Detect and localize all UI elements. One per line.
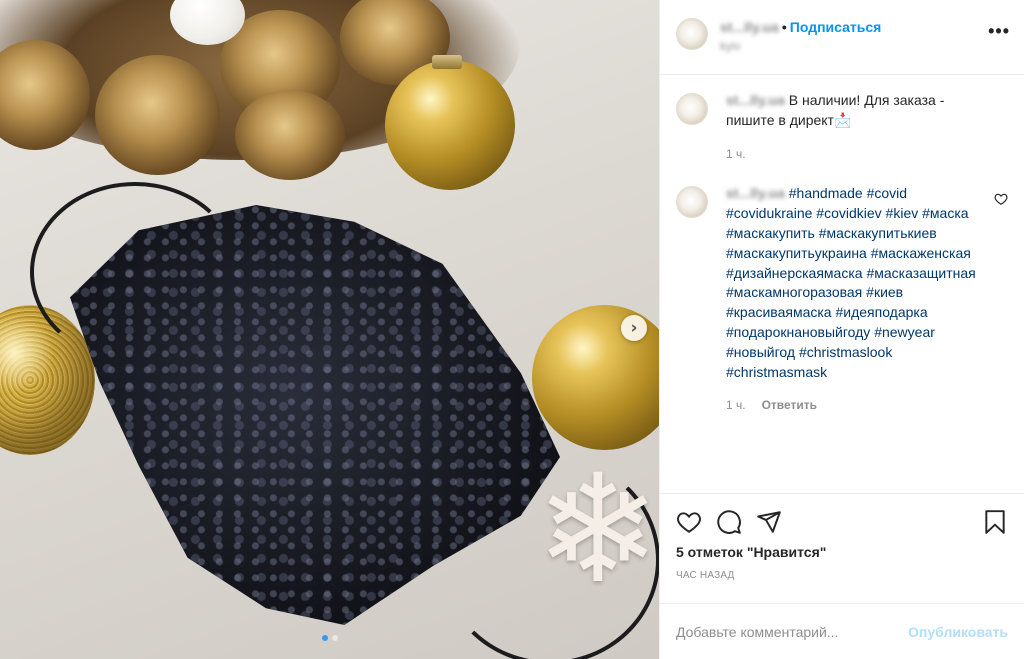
ornament-cap (432, 55, 462, 69)
envelope-icon: 📩 (833, 111, 852, 128)
carousel-dot-active (321, 635, 328, 641)
more-options-icon[interactable]: ••• (988, 22, 1010, 40)
hashtag-link[interactable]: #christmaslook (799, 344, 892, 360)
hashtag-link[interactable]: #covid (867, 185, 907, 201)
header-text: st...lly.ua • Подписаться kyiv (720, 18, 881, 55)
post-photo[interactable]: ❄ › (0, 0, 659, 659)
hashtag-comment: st...lly.ua #handmade #covid #covidukrai… (676, 184, 1008, 416)
comment-meta: 1 ч. Ответить (726, 396, 996, 416)
caption-username[interactable]: st...lly.ua (726, 92, 785, 108)
share-icon[interactable] (756, 509, 782, 535)
location[interactable]: kyiv (720, 37, 881, 55)
publish-button[interactable]: Опубликовать (908, 624, 1008, 640)
hashtag-link[interactable]: #маскакупитьукраина (726, 245, 867, 261)
hashtag-link[interactable]: #новыйгод (726, 344, 795, 360)
comment-username[interactable]: st...lly.ua (726, 185, 785, 201)
hashtag-link[interactable]: #covidukraine (726, 205, 812, 221)
avatar[interactable] (676, 186, 708, 219)
hashtag-link[interactable]: #идеяподарка (835, 304, 927, 320)
avatar[interactable] (676, 93, 708, 125)
hashtag-link[interactable]: #маска (922, 205, 968, 221)
caption: st...lly.ua В наличии! Для заказа - пиши… (676, 91, 1008, 164)
follow-button[interactable]: Подписаться (790, 19, 882, 35)
caption-meta: 1 ч. (726, 145, 996, 165)
hashtag-link[interactable]: #масказащитная (866, 265, 975, 281)
carousel-dot (331, 635, 338, 641)
comment-body: st...lly.ua #handmade #covid #covidukrai… (726, 184, 996, 416)
comments-section[interactable]: st...lly.ua В наличии! Для заказа - пиши… (660, 75, 1024, 493)
username[interactable]: st...lly.ua (720, 19, 779, 35)
heart-icon[interactable] (994, 192, 1008, 206)
hashtag-link[interactable]: #christmasmask (726, 364, 827, 380)
hashtag-list: #handmade #covid #covidukraine #covidkie… (726, 185, 976, 379)
action-bar: 5 отметок "Нравится" час назад (660, 493, 1024, 603)
hashtag-link[interactable]: #newyear (874, 324, 935, 340)
hashtag-link[interactable]: #маскаженская (871, 245, 971, 261)
heart-icon[interactable] (676, 509, 702, 535)
hashtag-link[interactable]: #маскакупитькиев (819, 225, 937, 241)
hashtag-link[interactable]: #kiev (886, 205, 919, 221)
like-count[interactable]: 5 отметок "Нравится" (676, 544, 1008, 560)
hashtag-link[interactable]: #handmade (789, 185, 863, 201)
carousel-next-button[interactable]: › (621, 315, 647, 341)
action-icons (676, 502, 1008, 542)
gold-ornament-top (385, 60, 515, 190)
comment-icon[interactable] (716, 509, 742, 535)
caption-body: st...lly.ua В наличии! Для заказа - пиши… (726, 91, 996, 164)
pinecone (95, 55, 220, 175)
comment-time[interactable]: 1 ч. (726, 396, 746, 416)
hashtag-link[interactable]: #covidkiev (816, 205, 881, 221)
snowflake-decoration: ❄ (535, 443, 659, 617)
hashtag-link[interactable]: #дизайнерскаямаска (726, 265, 863, 281)
hashtag-link[interactable]: #киев (866, 284, 903, 300)
hashtag-link[interactable]: #подарокнановыйгоду (726, 324, 870, 340)
bookmark-icon[interactable] (982, 509, 1008, 535)
hashtag-link[interactable]: #красиваямаска (726, 304, 832, 320)
add-comment-bar: Опубликовать (660, 603, 1024, 659)
avatar[interactable] (676, 18, 708, 50)
pinecone (235, 90, 345, 180)
hashtag-link[interactable]: #маскакупить (726, 225, 815, 241)
carousel-dots (321, 635, 338, 641)
post-header: st...lly.ua • Подписаться kyiv ••• (660, 0, 1024, 75)
hashtag-link[interactable]: #маскамногоразовая (726, 284, 862, 300)
caption-time[interactable]: 1 ч. (726, 145, 746, 165)
comment-input[interactable] (676, 623, 909, 640)
post-time[interactable]: час назад (676, 570, 1008, 581)
separator: • (781, 19, 787, 35)
instagram-post: ❄ › st...lly.ua • Подписаться kyiv ••• st.… (0, 0, 1024, 659)
reply-button[interactable]: Ответить (762, 396, 817, 416)
post-panel: st...lly.ua • Подписаться kyiv ••• st...ll… (659, 0, 1024, 659)
